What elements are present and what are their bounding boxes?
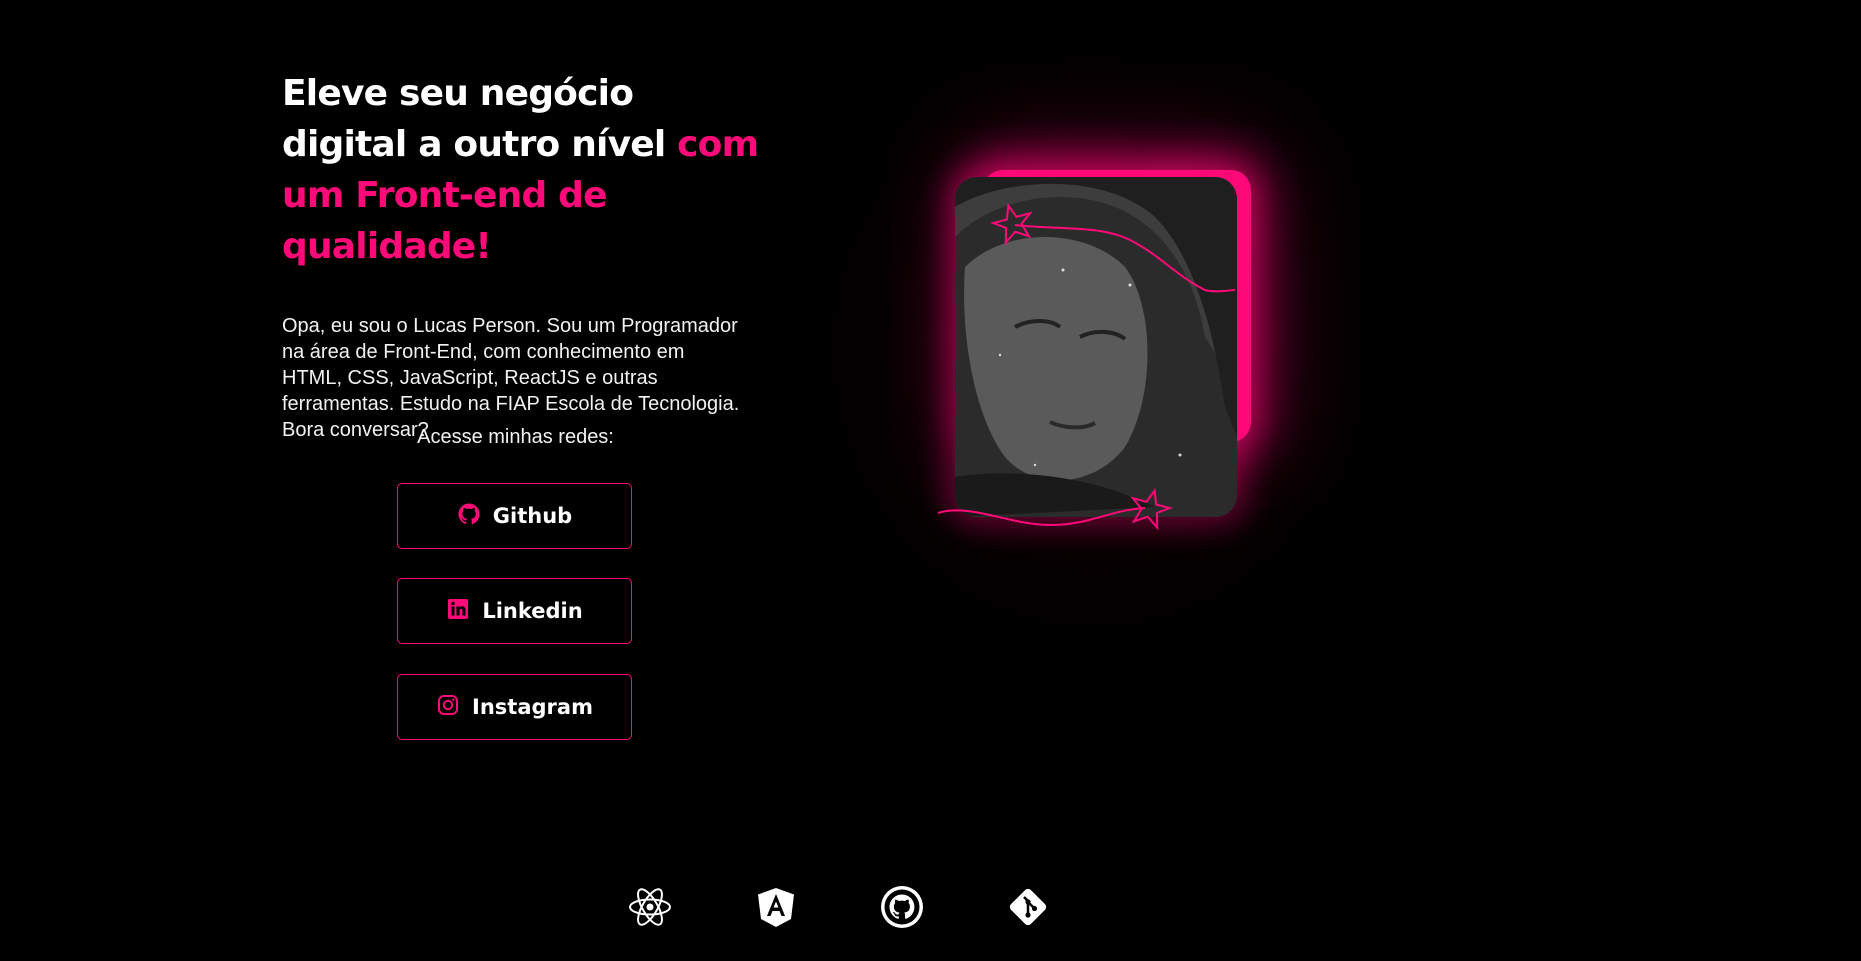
linkedin-icon — [446, 597, 470, 626]
instagram-button[interactable]: Instagram — [397, 674, 632, 740]
headline-white: Eleve seu negócio digital a outro nível — [282, 73, 678, 165]
github-icon — [457, 502, 481, 531]
headline: Eleve seu negócio digital a outro nível … — [282, 68, 762, 272]
linkedin-label: Linkedin — [482, 599, 583, 623]
instagram-label: Instagram — [472, 695, 593, 719]
angular-icon — [754, 885, 798, 929]
github-button[interactable]: Github — [397, 483, 632, 549]
portrait-photo — [955, 177, 1237, 517]
linkedin-button[interactable]: Linkedin — [397, 578, 632, 644]
react-icon — [628, 885, 672, 929]
git-icon — [1006, 885, 1050, 929]
github-icon — [880, 885, 924, 929]
instagram-icon — [436, 693, 460, 722]
github-label: Github — [492, 504, 573, 528]
hero-text: Eleve seu negócio digital a outro nível … — [282, 68, 762, 443]
tech-icons-row — [628, 885, 1050, 929]
bio-text: Opa, eu sou o Lucas Person. Sou um Progr… — [282, 315, 740, 441]
social-title: Acesse minhas redes: — [417, 426, 614, 448]
